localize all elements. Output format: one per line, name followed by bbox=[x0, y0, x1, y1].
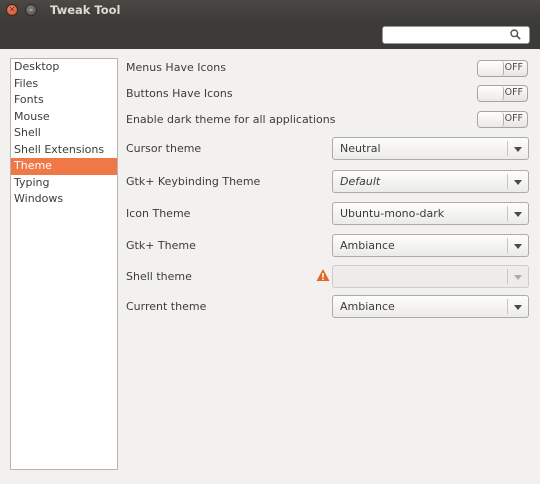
dropdown-separator bbox=[507, 206, 508, 221]
close-icon[interactable]: ✕ bbox=[6, 4, 18, 16]
toggle-knob bbox=[478, 112, 504, 127]
gtk-theme-label: Gtk+ Theme bbox=[126, 239, 196, 252]
icon-theme-dropdown[interactable]: Ubuntu-mono-dark bbox=[332, 202, 529, 225]
shell-theme-label: Shell theme bbox=[126, 270, 192, 283]
shell-theme-dropdown bbox=[332, 265, 529, 288]
sidebar-item-windows[interactable]: Windows bbox=[11, 191, 117, 208]
buttons-have-icons-label: Buttons Have Icons bbox=[126, 87, 233, 100]
keybinding-theme-dropdown[interactable]: Default bbox=[332, 170, 529, 193]
header-bar bbox=[0, 21, 540, 49]
current-theme-value: Ambiance bbox=[340, 300, 395, 313]
menus-have-icons-label: Menus Have Icons bbox=[126, 61, 226, 74]
chevron-down-icon bbox=[514, 275, 522, 280]
current-theme-dropdown[interactable]: Ambiance bbox=[332, 295, 529, 318]
warning-icon bbox=[316, 269, 330, 281]
dropdown-separator bbox=[507, 238, 508, 253]
icon-theme-label: Icon Theme bbox=[126, 207, 191, 220]
minimize-icon[interactable]: – bbox=[25, 4, 37, 16]
chevron-down-icon bbox=[514, 180, 522, 185]
toggle-knob bbox=[478, 61, 504, 76]
sidebar-item-shell[interactable]: Shell bbox=[11, 125, 117, 142]
chevron-down-icon bbox=[514, 305, 522, 310]
dark-theme-label: Enable dark theme for all applications bbox=[126, 113, 336, 126]
gtk-theme-value: Ambiance bbox=[340, 239, 395, 252]
toggle-knob bbox=[478, 86, 504, 101]
current-theme-label: Current theme bbox=[126, 300, 207, 313]
chevron-down-icon bbox=[514, 212, 522, 217]
menus-have-icons-toggle[interactable]: OFF bbox=[477, 60, 528, 77]
sidebar-item-typing[interactable]: Typing bbox=[11, 175, 117, 192]
sidebar: Desktop Files Fonts Mouse Shell Shell Ex… bbox=[10, 58, 118, 470]
sidebar-item-fonts[interactable]: Fonts bbox=[11, 92, 117, 109]
dropdown-separator bbox=[507, 174, 508, 189]
search-input[interactable] bbox=[382, 26, 530, 44]
sidebar-item-shell-extensions[interactable]: Shell Extensions bbox=[11, 142, 117, 159]
dark-theme-toggle[interactable]: OFF bbox=[477, 111, 528, 128]
gtk-theme-dropdown[interactable]: Ambiance bbox=[332, 234, 529, 257]
sidebar-item-files[interactable]: Files bbox=[11, 76, 117, 93]
chevron-down-icon bbox=[514, 244, 522, 249]
cursor-theme-value: Neutral bbox=[340, 142, 381, 155]
window-title: Tweak Tool bbox=[50, 3, 121, 17]
chevron-down-icon bbox=[514, 147, 522, 152]
sidebar-item-mouse[interactable]: Mouse bbox=[11, 109, 117, 126]
sidebar-item-theme[interactable]: Theme bbox=[11, 158, 117, 175]
tweak-tool-window: ✕ – Tweak Tool Desktop Files Fonts Mouse… bbox=[0, 0, 540, 484]
toggle-state: OFF bbox=[504, 62, 523, 73]
title-bar: ✕ – Tweak Tool bbox=[0, 0, 540, 21]
icon-theme-value: Ubuntu-mono-dark bbox=[340, 207, 445, 220]
search-icon bbox=[510, 29, 521, 40]
keybinding-theme-label: Gtk+ Keybinding Theme bbox=[126, 175, 261, 188]
keybinding-theme-value: Default bbox=[340, 175, 381, 188]
cursor-theme-label: Cursor theme bbox=[126, 142, 202, 155]
dropdown-separator bbox=[507, 299, 508, 314]
toggle-state: OFF bbox=[504, 87, 523, 98]
sidebar-item-desktop[interactable]: Desktop bbox=[11, 59, 117, 76]
dropdown-separator bbox=[507, 269, 508, 284]
cursor-theme-dropdown[interactable]: Neutral bbox=[332, 137, 529, 160]
buttons-have-icons-toggle[interactable]: OFF bbox=[477, 85, 528, 102]
toggle-state: OFF bbox=[504, 113, 523, 124]
dropdown-separator bbox=[507, 141, 508, 156]
